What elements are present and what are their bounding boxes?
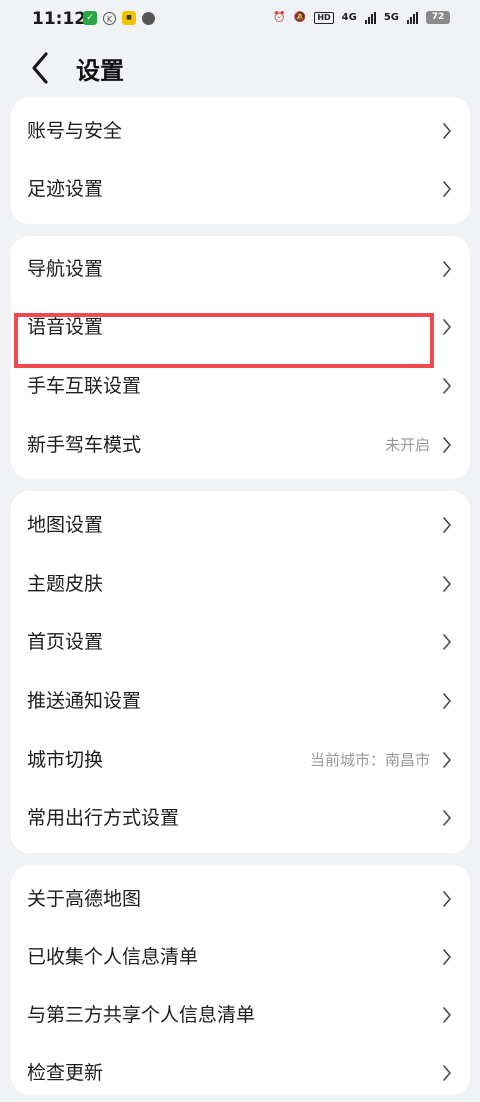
page-title: 设置 (76, 57, 124, 85)
network-5g-label: 5G (383, 12, 399, 23)
chevron-right-icon (443, 634, 451, 650)
settings-group-display: 地图设置 主题皮肤 首页设置 推送通知设置 城市切换 当前城市：南昌市 常用出行… (11, 491, 470, 853)
settings-item-label: 主题皮肤 (27, 573, 104, 595)
settings-item-account-security[interactable]: 账号与安全 (11, 102, 470, 160)
chevron-right-icon (443, 693, 451, 709)
settings-item-push-notification[interactable]: 推送通知设置 (11, 672, 470, 730)
settings-item-third-party-info[interactable]: 与第三方共享个人信息清单 (11, 986, 470, 1044)
chevron-right-icon (443, 378, 451, 394)
signal-icon-2 (407, 11, 418, 24)
chevron-right-icon (443, 949, 451, 965)
app-notification-icon: ✓ (83, 11, 97, 25)
settings-item-value: 未开启 (384, 436, 430, 454)
signal-icon (364, 11, 376, 24)
status-left-icons: ✓ K ■ (83, 11, 155, 25)
settings-item-about[interactable]: 关于高德地图 (11, 870, 470, 928)
header: 设置 (0, 44, 480, 92)
status-right-icons: ⏰ 🔕 HD 4G 5G 72 (273, 11, 450, 24)
settings-item-label: 推送通知设置 (27, 690, 142, 712)
chevron-right-icon (443, 517, 451, 533)
settings-item-label: 城市切换 (27, 749, 104, 771)
settings-item-label: 与第三方共享个人信息清单 (27, 1004, 256, 1026)
chevron-right-icon (443, 181, 451, 197)
hd-icon: HD (314, 11, 334, 24)
settings-item-check-update[interactable]: 检查更新 (11, 1044, 470, 1102)
chevron-right-icon (443, 1065, 451, 1081)
settings-item-label: 账号与安全 (27, 120, 123, 142)
settings-item-label: 导航设置 (27, 258, 104, 280)
settings-item-label: 已收集个人信息清单 (27, 946, 199, 968)
settings-item-label: 首页设置 (27, 631, 104, 653)
settings-item-navigation[interactable]: 导航设置 (11, 240, 470, 298)
settings-item-city-switch[interactable]: 城市切换 当前城市：南昌市 (11, 731, 470, 789)
chevron-right-icon (443, 752, 451, 768)
chevron-right-icon (443, 319, 451, 335)
chevron-right-icon (443, 576, 451, 592)
chevron-left-icon (32, 52, 48, 84)
settings-item-label: 关于高德地图 (27, 888, 142, 910)
food-app-icon: ■ (122, 11, 136, 25)
highlight-box (14, 313, 434, 368)
chevron-right-icon (443, 261, 451, 277)
settings-item-novice-driving[interactable]: 新手驾车模式 未开启 (11, 416, 470, 474)
chevron-right-icon (443, 810, 451, 826)
settings-item-label: 新手驾车模式 (27, 434, 142, 456)
settings-item-homepage[interactable]: 首页设置 (11, 613, 470, 671)
back-button[interactable] (26, 50, 56, 86)
settings-item-label: 检查更新 (27, 1062, 104, 1084)
network-4g-label: 4G (341, 12, 357, 23)
settings-item-travel-mode[interactable]: 常用出行方式设置 (11, 789, 470, 847)
settings-item-map[interactable]: 地图设置 (11, 496, 470, 554)
mute-icon: 🔕 (293, 12, 307, 23)
status-time: 11:12 (32, 9, 87, 29)
chevron-right-icon (443, 437, 451, 453)
status-bar: 11:12 ✓ K ■ ⏰ 🔕 HD 4G 5G 72 (0, 0, 480, 38)
alarm-icon: ⏰ (273, 12, 286, 23)
settings-item-theme-skin[interactable]: 主题皮肤 (11, 555, 470, 613)
settings-item-footprint[interactable]: 足迹设置 (11, 160, 470, 218)
k-app-icon: K (103, 11, 116, 25)
settings-item-label: 常用出行方式设置 (27, 807, 180, 829)
chevron-right-icon (443, 1007, 451, 1023)
settings-group-account: 账号与安全 足迹设置 (11, 97, 470, 224)
settings-item-collected-info[interactable]: 已收集个人信息清单 (11, 928, 470, 986)
settings-item-label: 地图设置 (27, 514, 104, 536)
settings-item-value: 当前城市：南昌市 (309, 751, 430, 769)
settings-item-label: 足迹设置 (27, 178, 104, 200)
chevron-right-icon (443, 891, 451, 907)
battery-icon: 72 (426, 11, 450, 24)
compass-app-icon (142, 11, 155, 25)
chevron-right-icon (443, 123, 451, 139)
settings-group-about: 关于高德地图 已收集个人信息清单 与第三方共享个人信息清单 检查更新 (11, 865, 470, 1095)
